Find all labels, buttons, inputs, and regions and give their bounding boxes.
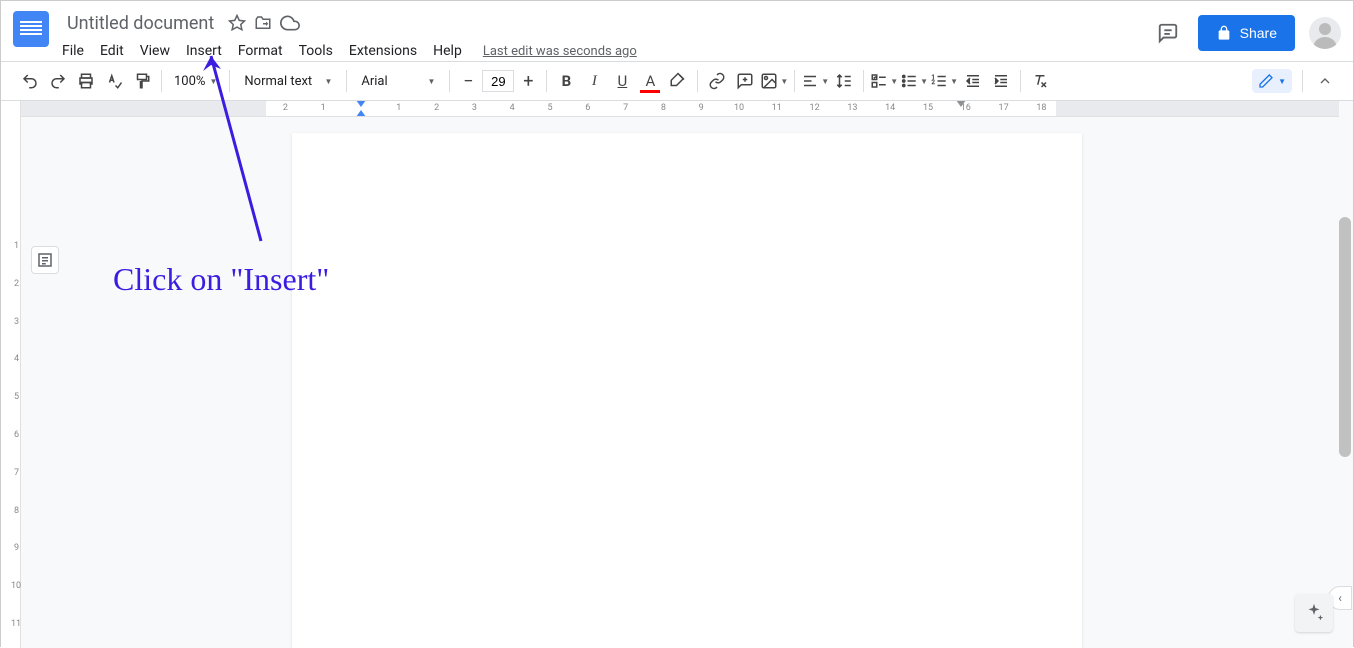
decrease-indent-button[interactable] bbox=[960, 68, 986, 94]
last-edit-link[interactable]: Last edit was seconds ago bbox=[483, 44, 637, 59]
comment-history-button[interactable] bbox=[1152, 17, 1184, 49]
bulleted-list-button[interactable]: ▼ bbox=[900, 68, 928, 94]
menu-help[interactable]: Help bbox=[426, 39, 469, 63]
chevron-down-icon: ▼ bbox=[427, 77, 435, 86]
chevron-down-icon: ▼ bbox=[890, 77, 898, 86]
menu-format[interactable]: Format bbox=[231, 39, 290, 63]
share-button-label: Share bbox=[1240, 25, 1277, 41]
toolbar: 100%▼ Normal text▼ Arial▼ − + B I U A ▼ … bbox=[1, 61, 1353, 101]
decrease-font-size-button[interactable]: − bbox=[456, 69, 480, 93]
separator bbox=[346, 70, 347, 92]
vertical-ruler[interactable]: 1234567891011 bbox=[1, 101, 21, 648]
workspace: 1234567891011 bbox=[1, 101, 1353, 648]
explore-button[interactable] bbox=[1295, 594, 1333, 632]
document-title[interactable]: Untitled document bbox=[61, 11, 220, 36]
increase-font-size-button[interactable]: + bbox=[516, 69, 540, 93]
editing-mode-button[interactable]: ▼ bbox=[1252, 69, 1292, 93]
lock-icon bbox=[1216, 25, 1232, 41]
zoom-select[interactable]: 100%▼ bbox=[168, 74, 223, 89]
account-avatar[interactable] bbox=[1309, 17, 1341, 49]
checklist-button[interactable]: ▼ bbox=[870, 68, 898, 94]
redo-button[interactable] bbox=[45, 68, 71, 94]
header: Untitled document File Edit View Insert … bbox=[1, 1, 1353, 61]
star-icon[interactable] bbox=[228, 14, 246, 32]
header-right: Share bbox=[1152, 15, 1341, 51]
underline-button[interactable]: U bbox=[609, 68, 635, 94]
menubar: File Edit View Insert Format Tools Exten… bbox=[55, 39, 1152, 63]
insert-image-button[interactable]: ▼ bbox=[760, 68, 788, 94]
separator bbox=[794, 70, 795, 92]
font-size-input[interactable] bbox=[482, 70, 514, 92]
docs-logo-icon[interactable] bbox=[13, 11, 49, 47]
font-select[interactable]: Arial▼ bbox=[353, 74, 443, 89]
move-icon[interactable] bbox=[254, 14, 272, 32]
separator bbox=[1302, 70, 1303, 92]
menu-tools[interactable]: Tools bbox=[292, 39, 340, 63]
separator bbox=[863, 70, 864, 92]
line-spacing-button[interactable] bbox=[831, 68, 857, 94]
menu-edit[interactable]: Edit bbox=[93, 39, 131, 63]
highlight-color-button[interactable] bbox=[665, 68, 691, 94]
align-button[interactable]: ▼ bbox=[801, 68, 829, 94]
chevron-down-icon: ▼ bbox=[780, 77, 788, 86]
chevron-down-icon: ▼ bbox=[1278, 77, 1286, 86]
separator bbox=[697, 70, 698, 92]
separator bbox=[161, 70, 162, 92]
svg-text:2: 2 bbox=[932, 79, 936, 86]
title-row: Untitled document bbox=[61, 9, 1152, 37]
bold-button[interactable]: B bbox=[553, 68, 579, 94]
chevron-down-icon: ▼ bbox=[324, 77, 332, 86]
menu-file[interactable]: File bbox=[55, 39, 91, 63]
pencil-icon bbox=[1258, 73, 1274, 89]
paragraph-style-select[interactable]: Normal text▼ bbox=[236, 74, 340, 89]
vertical-scrollbar[interactable] bbox=[1339, 217, 1351, 457]
paint-format-button[interactable] bbox=[129, 68, 155, 94]
insert-link-button[interactable] bbox=[704, 68, 730, 94]
share-button[interactable]: Share bbox=[1198, 15, 1295, 51]
menu-extensions[interactable]: Extensions bbox=[342, 39, 424, 63]
cloud-status-icon[interactable] bbox=[280, 13, 300, 33]
numbered-list-button[interactable]: 12▼ bbox=[930, 68, 958, 94]
canvas-area[interactable] bbox=[21, 101, 1353, 648]
hide-menus-button[interactable] bbox=[1313, 69, 1337, 93]
clear-formatting-button[interactable] bbox=[1027, 68, 1053, 94]
separator bbox=[546, 70, 547, 92]
horizontal-ruler[interactable]: 21123456789101112131415161718 bbox=[21, 101, 1339, 117]
menu-insert[interactable]: Insert bbox=[179, 39, 229, 63]
print-button[interactable] bbox=[73, 68, 99, 94]
chevron-down-icon: ▼ bbox=[950, 77, 958, 86]
menu-view[interactable]: View bbox=[133, 39, 177, 63]
italic-button[interactable]: I bbox=[581, 68, 607, 94]
text-color-button[interactable]: A bbox=[637, 68, 663, 94]
increase-indent-button[interactable] bbox=[988, 68, 1014, 94]
chevron-down-icon: ▼ bbox=[821, 77, 829, 86]
separator bbox=[229, 70, 230, 92]
spellcheck-button[interactable] bbox=[101, 68, 127, 94]
font-size-control: − + bbox=[456, 69, 540, 93]
separator bbox=[1020, 70, 1021, 92]
add-comment-button[interactable] bbox=[732, 68, 758, 94]
undo-button[interactable] bbox=[17, 68, 43, 94]
document-page[interactable] bbox=[292, 133, 1082, 648]
title-area: Untitled document File Edit View Insert … bbox=[61, 9, 1152, 63]
separator bbox=[449, 70, 450, 92]
chevron-down-icon: ▼ bbox=[920, 77, 928, 86]
chevron-down-icon: ▼ bbox=[209, 77, 217, 86]
